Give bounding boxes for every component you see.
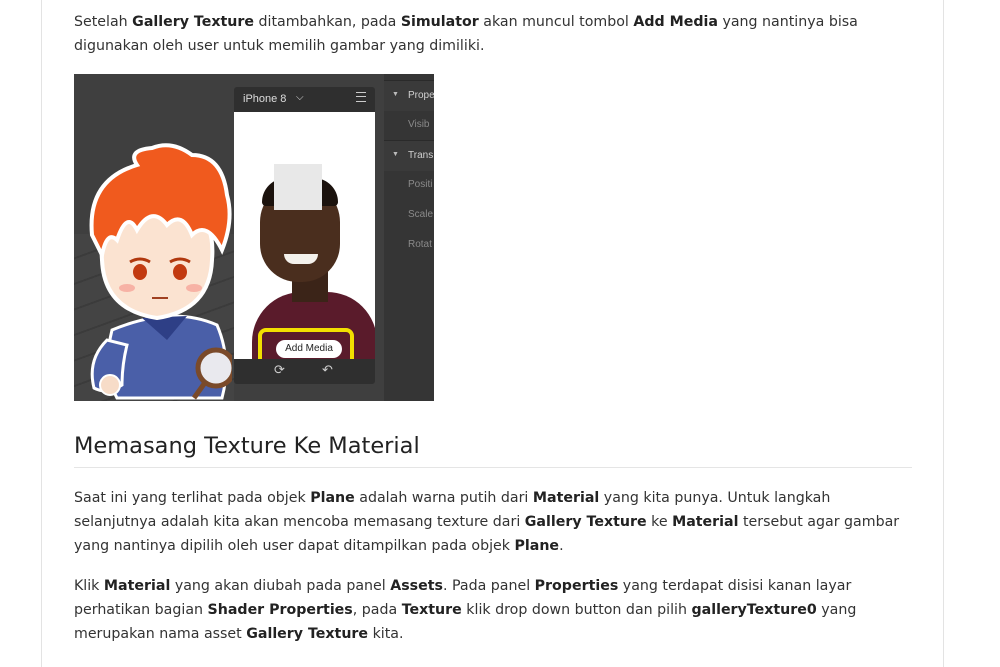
- text: . Pada panel: [442, 578, 535, 594]
- text: Klik: [74, 578, 104, 594]
- text: adalah warna putih dari: [354, 490, 533, 506]
- chevron-down-icon[interactable]: ⌵: [296, 92, 304, 103]
- panel-row-visible[interactable]: Visib: [384, 110, 434, 140]
- panel-label: Prope: [408, 90, 434, 101]
- panel-label: Visib: [408, 119, 430, 130]
- panel-row-position[interactable]: Positi: [384, 170, 434, 200]
- bold-term: Simulator: [400, 14, 479, 30]
- bold-term: Assets: [390, 578, 443, 594]
- hamburger-menu-icon[interactable]: [356, 92, 366, 102]
- panel-label: Positi: [408, 179, 433, 190]
- simulator-screen: Add Media: [234, 112, 375, 359]
- panel-section-properties[interactable]: ▼ Prope: [384, 80, 434, 111]
- collapse-triangle-icon: ▼: [392, 91, 399, 98]
- panel-label: Trans: [408, 150, 434, 161]
- properties-panel: ▼ Prope Visib ▼ Trans Positi Scale Rotat: [384, 74, 434, 401]
- paragraph-material-steps: Klik Material yang akan diubah pada pane…: [74, 574, 912, 646]
- text: , pada: [352, 602, 402, 618]
- simulator-window: iPhone 8 ⌵ Add Media ⟳ ↶: [234, 87, 375, 384]
- bold-term: Material: [672, 514, 739, 530]
- bold-term: Properties: [534, 578, 619, 594]
- bold-term: Gallery Texture: [524, 514, 647, 530]
- add-media-button[interactable]: Add Media: [276, 340, 342, 358]
- bold-term: Shader Properties: [207, 602, 353, 618]
- text: ditambahkan, pada: [254, 14, 401, 30]
- simulator-footer: ⟳ ↶: [234, 359, 375, 384]
- text: kita.: [368, 626, 404, 642]
- simulator-header: iPhone 8 ⌵: [234, 87, 375, 111]
- text: ke: [646, 514, 673, 530]
- bold-term: Gallery Texture: [132, 14, 254, 30]
- text: .: [559, 538, 564, 554]
- switch-camera-icon[interactable]: ⟳: [274, 363, 285, 378]
- text: klik drop down button dan pilih: [461, 602, 692, 618]
- bold-term: Material: [532, 490, 600, 506]
- text: akan muncul tombol: [478, 14, 634, 30]
- panel-label: Scale: [408, 209, 434, 220]
- bold-term: Texture: [401, 602, 462, 618]
- text: Saat ini yang terlihat pada objek: [74, 490, 311, 506]
- panel-row-scale[interactable]: Scale: [384, 200, 434, 230]
- device-selector[interactable]: iPhone 8: [243, 93, 286, 105]
- section-heading: Memasang Texture Ke Material: [74, 433, 420, 459]
- spark-ar-screenshot: iPhone 8 ⌵ Add Media ⟳ ↶ ▼ Prope Visib ▼…: [74, 74, 434, 401]
- bold-term: Plane: [310, 490, 355, 506]
- panel-section-transform[interactable]: ▼ Trans: [384, 140, 434, 171]
- person-smile: [284, 254, 318, 264]
- bold-term: Add Media: [633, 14, 718, 30]
- collapse-triangle-icon: ▼: [392, 151, 399, 158]
- panel-label: Rotat: [408, 239, 432, 250]
- plane-object: [274, 164, 322, 210]
- panel-row-rotation[interactable]: Rotat: [384, 230, 434, 260]
- text: Setelah: [74, 14, 133, 30]
- heading-divider: [74, 467, 912, 468]
- paragraph-plane-material: Saat ini yang terlihat pada objek Plane …: [74, 486, 912, 558]
- text: yang akan diubah pada panel: [170, 578, 391, 594]
- rotate-icon[interactable]: ↶: [322, 363, 333, 378]
- chibi-detective-illustration: [89, 143, 232, 400]
- bold-term: Gallery Texture: [246, 626, 369, 642]
- intro-paragraph: Setelah Gallery Texture ditambahkan, pad…: [74, 10, 912, 58]
- bold-term: galleryTexture0: [691, 602, 817, 618]
- bold-term: Material: [103, 578, 171, 594]
- bold-term: Plane: [514, 538, 560, 554]
